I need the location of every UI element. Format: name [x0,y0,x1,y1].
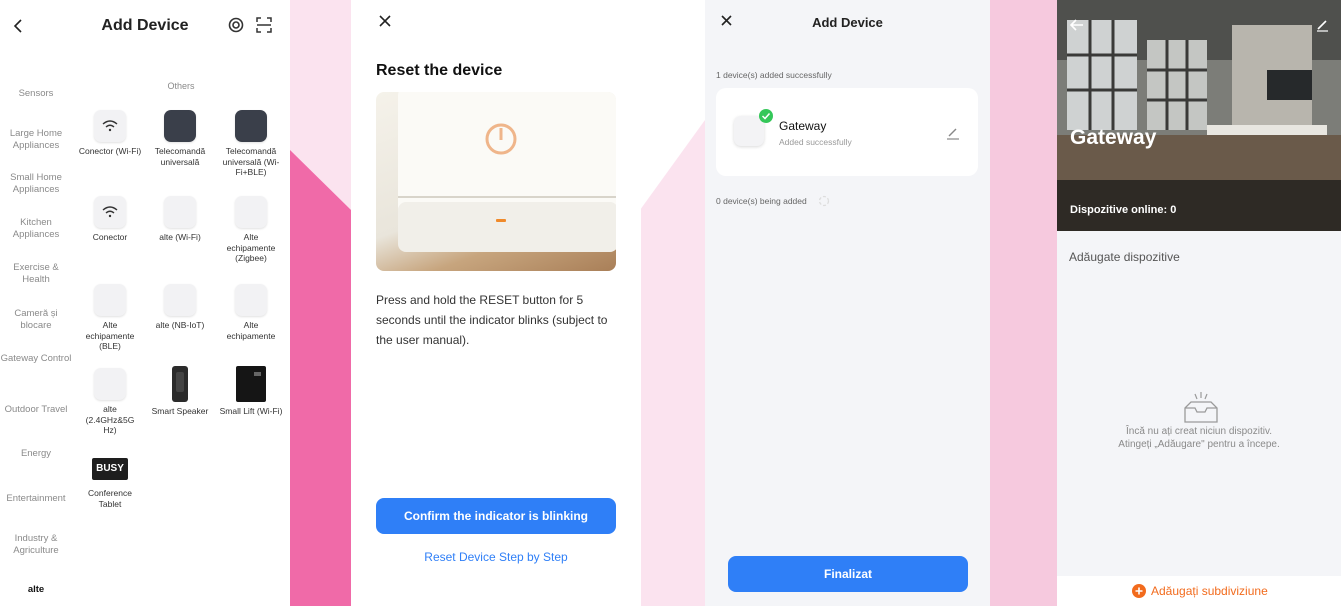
category-camera[interactable]: Cameră și blocare [0,308,72,332]
empty-line-2: Atingeți „Adăugare" pentru a începe. [1118,439,1280,450]
gateway-panel: Gateway Dispozitive online: 0 Adăugate d… [1057,0,1341,606]
device-label: alte (Wi-Fi) [159,232,201,242]
device-label: alte (2.4GHz&5G Hz) [85,404,135,435]
wifi-icon [94,110,126,142]
device-label: Telecomandă universală [154,146,206,167]
wifi-icon [94,196,126,228]
device-label: Alte echipamente [226,320,276,341]
reset-step-by-step-link[interactable]: Reset Device Step by Step [376,550,616,564]
speaker-icon [164,366,196,402]
device-reset-photo [376,92,616,271]
added-status: 1 device(s) added successfully [716,70,832,80]
device-label: Alte echipamente (Zigbee) [226,232,276,263]
gateway-hero-image [1057,0,1341,231]
edit-icon[interactable] [1315,18,1329,32]
scan-icon[interactable] [256,17,272,33]
category-exercise[interactable]: Exercise & Health [0,262,72,286]
device-icon [235,284,267,316]
page-title: Add Device [812,15,883,30]
device-item[interactable]: Smart Speaker [148,366,212,417]
page-title: Reset the device [376,62,503,79]
remote-icon [235,110,267,142]
gateway-title: Gateway [1070,126,1157,149]
empty-line-1: Încă nu ați creat niciun dispozitiv. [1125,426,1272,437]
plus-circle-icon [1132,584,1146,598]
close-icon[interactable] [378,14,392,28]
add-subdivision-button[interactable]: Adăugați subdiviziune [1132,584,1268,598]
device-card[interactable]: Gateway Added successfully [716,88,978,176]
empty-state-text: Încă nu ați creat niciun dispozitiv. Ati… [1057,425,1341,451]
section-title: Adăugate dispozitive [1069,250,1180,264]
device-item[interactable]: Alte echipamente (BLE) [78,284,142,352]
device-label: Conference Tablet [88,488,132,509]
category-sensors[interactable]: Sensors [0,88,72,100]
empty-inbox-icon [1181,390,1221,424]
category-kitchen[interactable]: Kitchen Appliances [0,217,72,241]
finish-button[interactable]: Finalizat [728,556,968,592]
tablet-icon: BUSY [92,458,128,480]
device-label: Alte echipamente (BLE) [85,320,135,351]
device-icon [94,368,126,400]
device-label: Smart Speaker [151,406,209,416]
page-title: Add Device [101,17,189,34]
reset-device-panel: Reset the device Press and hold the RESE… [351,0,641,606]
adding-status: 0 device(s) being added [716,196,807,206]
device-icon [164,284,196,316]
add-device-panel: Add Device Others Sensors Large Home App… [0,0,290,606]
device-item[interactable]: alte (2.4GHz&5G Hz) [78,368,142,436]
device-label: Conector [92,232,128,242]
device-icon [235,196,267,228]
device-item[interactable]: Small Lift (Wi-Fi) [219,366,283,417]
device-item[interactable]: Conector [78,196,142,243]
device-icon [94,284,126,316]
category-outdoor[interactable]: Outdoor Travel [0,404,72,416]
loading-spinner-icon [818,195,830,207]
reset-instructions: Press and hold the RESET button for 5 se… [376,293,608,347]
device-label: Conector (Wi-Fi) [78,146,142,156]
category-small-home[interactable]: Small Home Appliances [0,172,72,196]
online-count: Dispozitive online: 0 [1070,204,1177,216]
category-industry[interactable]: Industry & Agriculture [0,533,72,557]
device-name: Gateway [779,119,827,133]
device-item[interactable]: Conector (Wi-Fi) [78,110,142,157]
device-item[interactable]: Telecomandă universală [148,110,212,167]
add-subdivision-label: Adăugați subdiviziune [1151,584,1268,598]
target-icon[interactable] [228,17,244,33]
category-large-home[interactable]: Large Home Appliances [0,128,72,152]
device-item[interactable]: Alte echipamente [219,284,283,341]
device-item[interactable]: alte (NB-IoT) [148,284,212,331]
category-gateway[interactable]: Gateway Control [0,353,72,365]
check-icon [759,109,773,123]
confirm-blinking-button[interactable]: Confirm the indicator is blinking [376,498,616,534]
device-item[interactable]: alte (Wi-Fi) [148,196,212,243]
add-device-result-panel: Add Device 1 device(s) added successfull… [705,0,990,606]
section-title: Others [167,81,195,91]
device-label: Small Lift (Wi-Fi) [219,406,283,416]
device-icon [164,196,196,228]
device-item[interactable]: Alte echipamente (Zigbee) [219,196,283,264]
device-label: Telecomandă universală (Wi-Fi+BLE) [222,146,280,177]
lift-icon [235,366,267,402]
category-entertainment[interactable]: Entertainment [0,493,72,505]
device-label: alte (NB-IoT) [155,320,205,330]
device-status: Added successfully [779,137,852,147]
device-item[interactable]: Telecomandă universală (Wi-Fi+BLE) [219,110,283,178]
remote-icon [164,110,196,142]
category-other[interactable]: alte [0,584,72,596]
edit-icon[interactable] [946,126,960,140]
device-item[interactable]: BUSY Conference Tablet [78,452,142,509]
back-arrow-icon[interactable] [1069,18,1085,32]
category-energy[interactable]: Energy [0,448,72,460]
